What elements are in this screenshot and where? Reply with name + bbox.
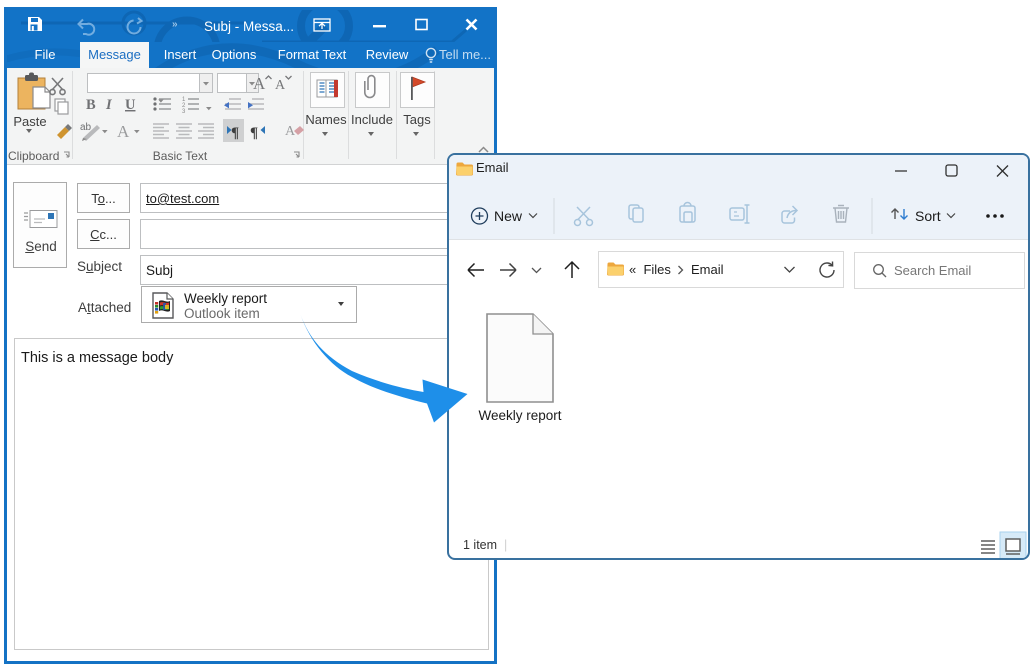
svg-text:I: I bbox=[105, 97, 113, 113]
svg-text:A: A bbox=[253, 74, 266, 93]
svg-text:A: A bbox=[285, 124, 296, 139]
svg-text:¶: ¶ bbox=[250, 125, 258, 141]
svg-text:¶: ¶ bbox=[231, 125, 239, 141]
svg-text:U: U bbox=[125, 97, 136, 113]
svg-text:A: A bbox=[275, 78, 286, 93]
svg-text:»: » bbox=[172, 19, 178, 30]
svg-text:ab: ab bbox=[80, 122, 92, 133]
svg-text:Sort: Sort bbox=[915, 208, 941, 224]
svg-text:Subj - Messa...: Subj - Messa... bbox=[204, 19, 294, 34]
svg-text:B: B bbox=[86, 97, 96, 113]
svg-text:New: New bbox=[494, 208, 523, 224]
svg-text:3: 3 bbox=[182, 109, 186, 115]
svg-text:A: A bbox=[117, 122, 130, 141]
